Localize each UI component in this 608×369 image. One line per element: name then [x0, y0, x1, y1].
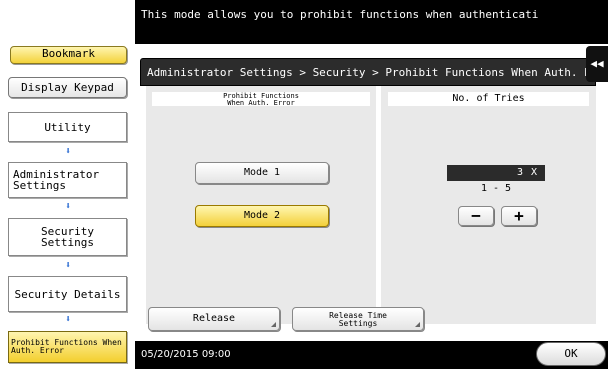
tries-value: 3 [516, 167, 523, 178]
bookmark-button[interactable]: Bookmark [10, 46, 127, 64]
corner-marker-icon [415, 322, 420, 327]
breadcrumb-text: Administrator Settings > Security > Proh… [147, 66, 596, 79]
mode-panel-heading-text: Prohibit Functions When Auth. Error [223, 92, 299, 107]
nav-prohibit-functions[interactable]: Prohibit Functions When Auth. Error [8, 331, 127, 363]
nav-security-settings[interactable]: Security Settings [8, 218, 127, 256]
down-arrow-icon: ⬇ [64, 314, 72, 325]
down-arrow-icon: ⬇ [64, 260, 72, 271]
increment-button[interactable]: + [501, 206, 537, 226]
nav-security-settings-label: Security Settings [41, 225, 94, 249]
back-arrow-icon[interactable]: ◀◀ [586, 46, 608, 82]
nav-utility-label: Utility [44, 120, 91, 134]
display-keypad-button[interactable]: Display Keypad [8, 77, 127, 98]
tries-unit: X [530, 167, 537, 178]
message-bar: This mode allows you to prohibit functio… [135, 0, 608, 44]
nav-security-details[interactable]: Security Details [8, 276, 127, 312]
tries-panel: No. of Tries [381, 86, 596, 324]
mode-2-button[interactable]: Mode 2 [195, 205, 329, 227]
nav-administrator-settings[interactable]: Administrator Settings [8, 162, 127, 198]
sidebar: Bookmark Display Keypad Utility ⬇ Admini… [0, 0, 135, 369]
tries-range: 1 - 5 [480, 183, 512, 194]
mode-panel-heading: Prohibit Functions When Auth. Error [152, 92, 370, 107]
datetime: 05/20/2015 09:00 [141, 349, 231, 360]
nav-utility[interactable]: Utility [8, 112, 127, 142]
mode-panel: Prohibit Functions When Auth. Error Mode… [146, 86, 376, 324]
ok-button[interactable]: OK [536, 342, 606, 366]
release-time-settings-button[interactable]: Release Time Settings [292, 307, 424, 331]
corner-marker-icon [271, 322, 276, 327]
down-arrow-icon: ⬇ [64, 146, 72, 157]
nav-prohibit-functions-label: Prohibit Functions When Auth. Error [11, 338, 122, 355]
release-label: Release [192, 313, 236, 324]
decrement-button[interactable]: − [458, 206, 494, 226]
nav-administrator-settings-label: Administrator Settings [13, 168, 100, 192]
release-button[interactable]: Release [148, 307, 280, 331]
tries-value-display: 3 X [447, 165, 545, 181]
down-arrow-icon: ⬇ [64, 201, 72, 212]
release-time-label: Release Time Settings [329, 311, 387, 328]
header-message: This mode allows you to prohibit functio… [141, 8, 539, 21]
mode-1-button[interactable]: Mode 1 [195, 162, 329, 184]
breadcrumb: Administrator Settings > Security > Proh… [140, 58, 596, 86]
tries-panel-heading: No. of Tries [388, 92, 589, 106]
nav-security-details-label: Security Details [14, 287, 121, 301]
